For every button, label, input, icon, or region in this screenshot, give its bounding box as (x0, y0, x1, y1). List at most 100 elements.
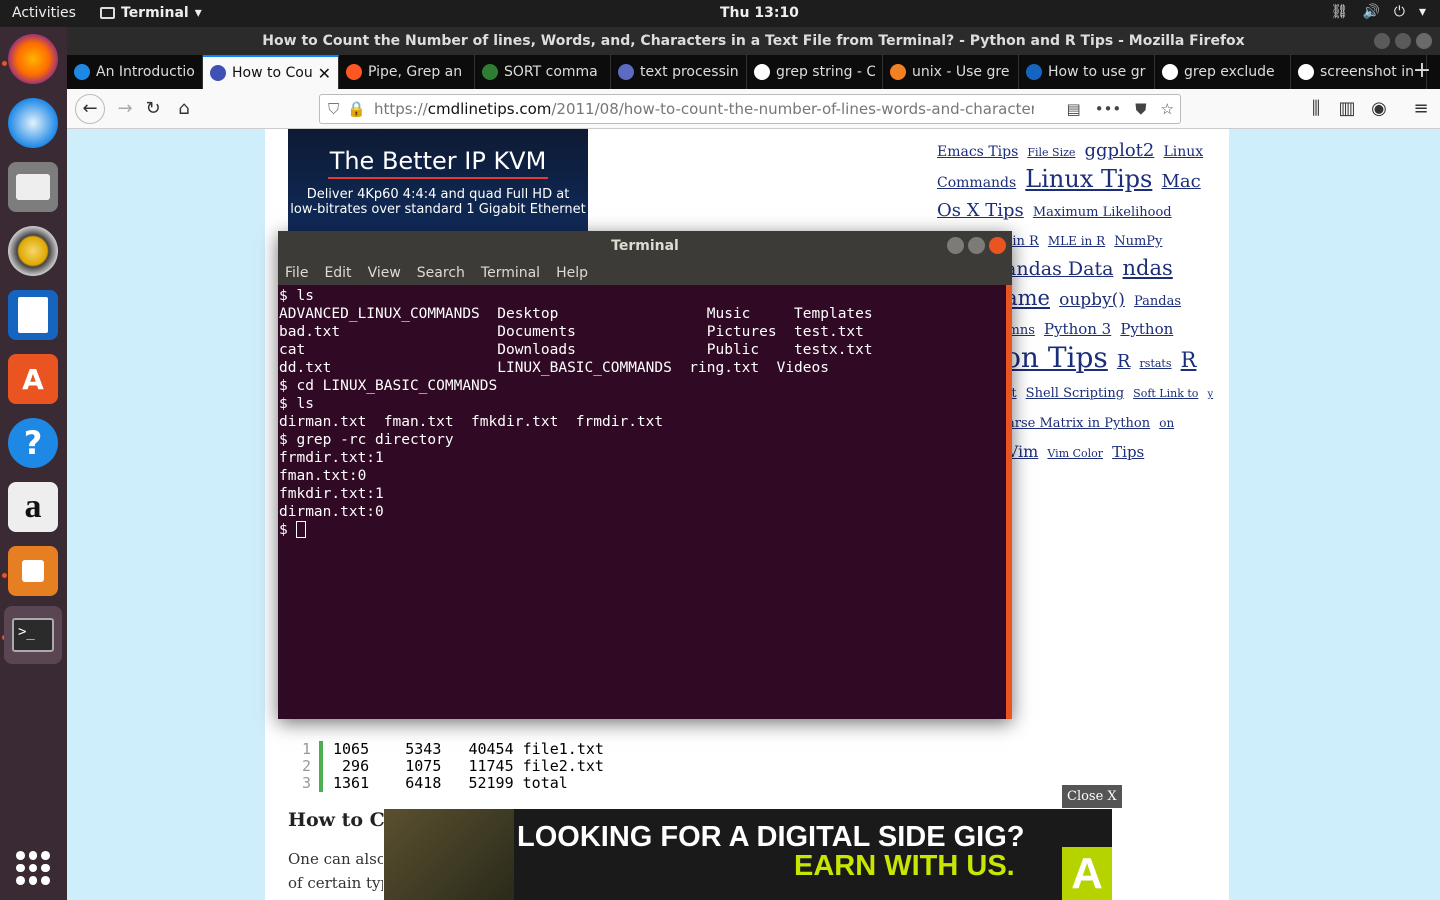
rhythmbox-icon[interactable] (8, 226, 58, 276)
terminal-titlebar[interactable]: Terminal (278, 231, 1012, 261)
menu-view[interactable]: View (368, 265, 401, 281)
kvm-ad-banner[interactable]: The Better IP KVM Deliver 4Kp60 4:4:4 an… (288, 129, 588, 231)
amazon-icon[interactable]: a (8, 482, 58, 532)
firefox-icon[interactable] (8, 34, 58, 84)
tag-link[interactable]: Vim Color (1047, 447, 1103, 460)
terminal-line: frmdir.txt:1 (279, 450, 384, 466)
menu-file[interactable]: File (285, 265, 308, 281)
tag-link[interactable]: Python 3 (1044, 320, 1111, 338)
app-menu[interactable]: Terminal ▾ (100, 5, 202, 21)
terminal-line: $ ls (279, 288, 314, 304)
tab-7[interactable]: How to use gr (1019, 55, 1155, 89)
tag-link[interactable]: R (1117, 351, 1131, 372)
tab-0[interactable]: An Introductio (67, 55, 203, 89)
tag-link[interactable]: MLE in R (1048, 234, 1105, 248)
close-button[interactable] (1416, 33, 1432, 49)
side-gig-ad-banner[interactable]: LOOKING FOR A DIGITAL SIDE GIG? EARN WIT… (384, 809, 1112, 900)
tab-1[interactable]: How to Cou ✕ (203, 55, 339, 89)
tag-link[interactable]: rstats (1140, 357, 1172, 370)
terminal-scrollbar[interactable] (1006, 285, 1012, 719)
app-menu-label: Terminal (121, 5, 189, 21)
hamburger-menu-icon[interactable]: ≡ (1407, 95, 1435, 123)
tag-link[interactable]: Shell Scripting (1026, 386, 1124, 401)
archive-manager-icon[interactable] (8, 546, 58, 596)
sidebar-icon[interactable]: ▥ (1333, 95, 1361, 123)
close-ad-button[interactable]: Close X (1062, 785, 1122, 808)
tab-8[interactable]: grep exclude (1155, 55, 1291, 89)
bookmark-star-icon[interactable]: ☆ (1161, 100, 1174, 118)
library-icon[interactable]: ⫼ (1302, 95, 1330, 123)
terminal-minimize-button[interactable] (947, 237, 964, 254)
menu-help[interactable]: Help (556, 265, 588, 281)
menu-terminal[interactable]: Terminal (481, 265, 540, 281)
software-center-icon[interactable]: A (8, 354, 58, 404)
terminal-line: $ ls (279, 396, 314, 412)
help-icon[interactable]: ? (8, 418, 58, 468)
shield-icon[interactable]: ⛉ (328, 100, 339, 118)
tag-link[interactable]: on (1159, 416, 1174, 430)
tab-label: grep string - C (776, 64, 875, 80)
tab-label: grep exclude (1184, 64, 1275, 80)
tag-link[interactable]: Soft Link to (1133, 387, 1198, 400)
clock[interactable]: Thu 13:10 (720, 5, 799, 21)
lock-icon[interactable]: 🔒 (347, 100, 366, 118)
reload-button[interactable]: ↻ (139, 95, 167, 123)
tag-link[interactable]: Sparse Matrix in Python (990, 416, 1150, 431)
activities-button[interactable]: Activities (12, 5, 76, 21)
code-text: 1065 5343 40454 file1.txt (333, 740, 604, 758)
tag-link[interactable]: on Tips (1004, 341, 1108, 374)
reader-view-icon[interactable]: ▤ (1067, 100, 1081, 118)
tab-3[interactable]: SORT comma (475, 55, 611, 89)
code-line: 2 296 1075 11745 file2.txt (299, 758, 604, 775)
paragraph-line: of certain type (288, 874, 383, 892)
menu-edit[interactable]: Edit (324, 265, 351, 281)
terminal-line: dd.txt LINUX_BASIC_COMMANDS ring.txt Vid… (279, 360, 829, 376)
tab-label: unix - Use gre (912, 64, 1010, 80)
url-bar[interactable]: ⛉ 🔒 https://cmdlinetips.com/2011/08/how-… (319, 94, 1181, 124)
files-icon[interactable] (8, 162, 58, 212)
close-tab-icon[interactable]: ✕ (318, 64, 331, 83)
chevron-down-icon: ▾ (1418, 4, 1426, 20)
tab-2[interactable]: Pipe, Grep an (339, 55, 475, 89)
url-domain: cmdlinetips.com (427, 100, 552, 118)
tag-link[interactable]: File Size (1027, 146, 1075, 159)
terminal-output[interactable]: $ ls ADVANCED_LINUX_COMMANDS Desktop Musi… (278, 285, 1006, 719)
terminal-prompt-line[interactable]: $ (279, 521, 1006, 539)
maximize-button[interactable] (1395, 33, 1411, 49)
tag-link[interactable]: Tips (1112, 443, 1144, 461)
tag-link[interactable]: Linux Tips (1025, 165, 1152, 193)
back-button[interactable]: ← (75, 94, 105, 124)
account-icon[interactable]: ◉ (1365, 95, 1393, 123)
tab-label: An Introductio (96, 64, 195, 80)
pocket-icon[interactable]: ⛊ (1135, 100, 1146, 118)
divider (328, 177, 548, 179)
running-indicator (2, 573, 7, 578)
terminal-line: bad.txt Documents Pictures test.txt (279, 324, 864, 340)
tab-6[interactable]: unix - Use gre (883, 55, 1019, 89)
menu-search[interactable]: Search (417, 265, 465, 281)
thunderbird-icon[interactable] (8, 98, 58, 148)
terminal-dock-icon[interactable]: >_ (4, 606, 62, 664)
window-titlebar[interactable]: How to Count the Number of lines, Words,… (67, 27, 1440, 55)
terminal-maximize-button[interactable] (968, 237, 985, 254)
writer-icon[interactable] (8, 290, 58, 340)
page-actions-icon[interactable]: ••• (1095, 100, 1122, 118)
tag-link[interactable]: NumPy (1114, 234, 1162, 249)
terminal-window[interactable]: Terminal File Edit View Search Terminal Help … (278, 231, 1012, 719)
favicon-icon (74, 64, 90, 80)
system-tray[interactable]: ⛓ 🔊 ⏻ ▾ (1331, 4, 1426, 20)
tag-link[interactable]: ggplot2 (1085, 140, 1155, 161)
tab-4[interactable]: text processin (611, 55, 747, 89)
home-button[interactable]: ⌂ (170, 95, 198, 123)
terminal-line: fmkdir.txt:1 (279, 486, 384, 502)
terminal-close-button[interactable] (989, 237, 1006, 254)
favicon-icon (482, 64, 498, 80)
tab-5[interactable]: grep string - C (747, 55, 883, 89)
show-applications-icon[interactable] (16, 851, 50, 885)
minimize-button[interactable] (1374, 33, 1390, 49)
tag-link[interactable]: oupby() (1059, 290, 1125, 310)
forward-button[interactable]: → (111, 95, 139, 123)
tag-link[interactable]: Emacs Tips (937, 144, 1018, 160)
tab-label: Pipe, Grep an (368, 64, 463, 80)
new-tab-button[interactable]: + (1404, 55, 1440, 87)
